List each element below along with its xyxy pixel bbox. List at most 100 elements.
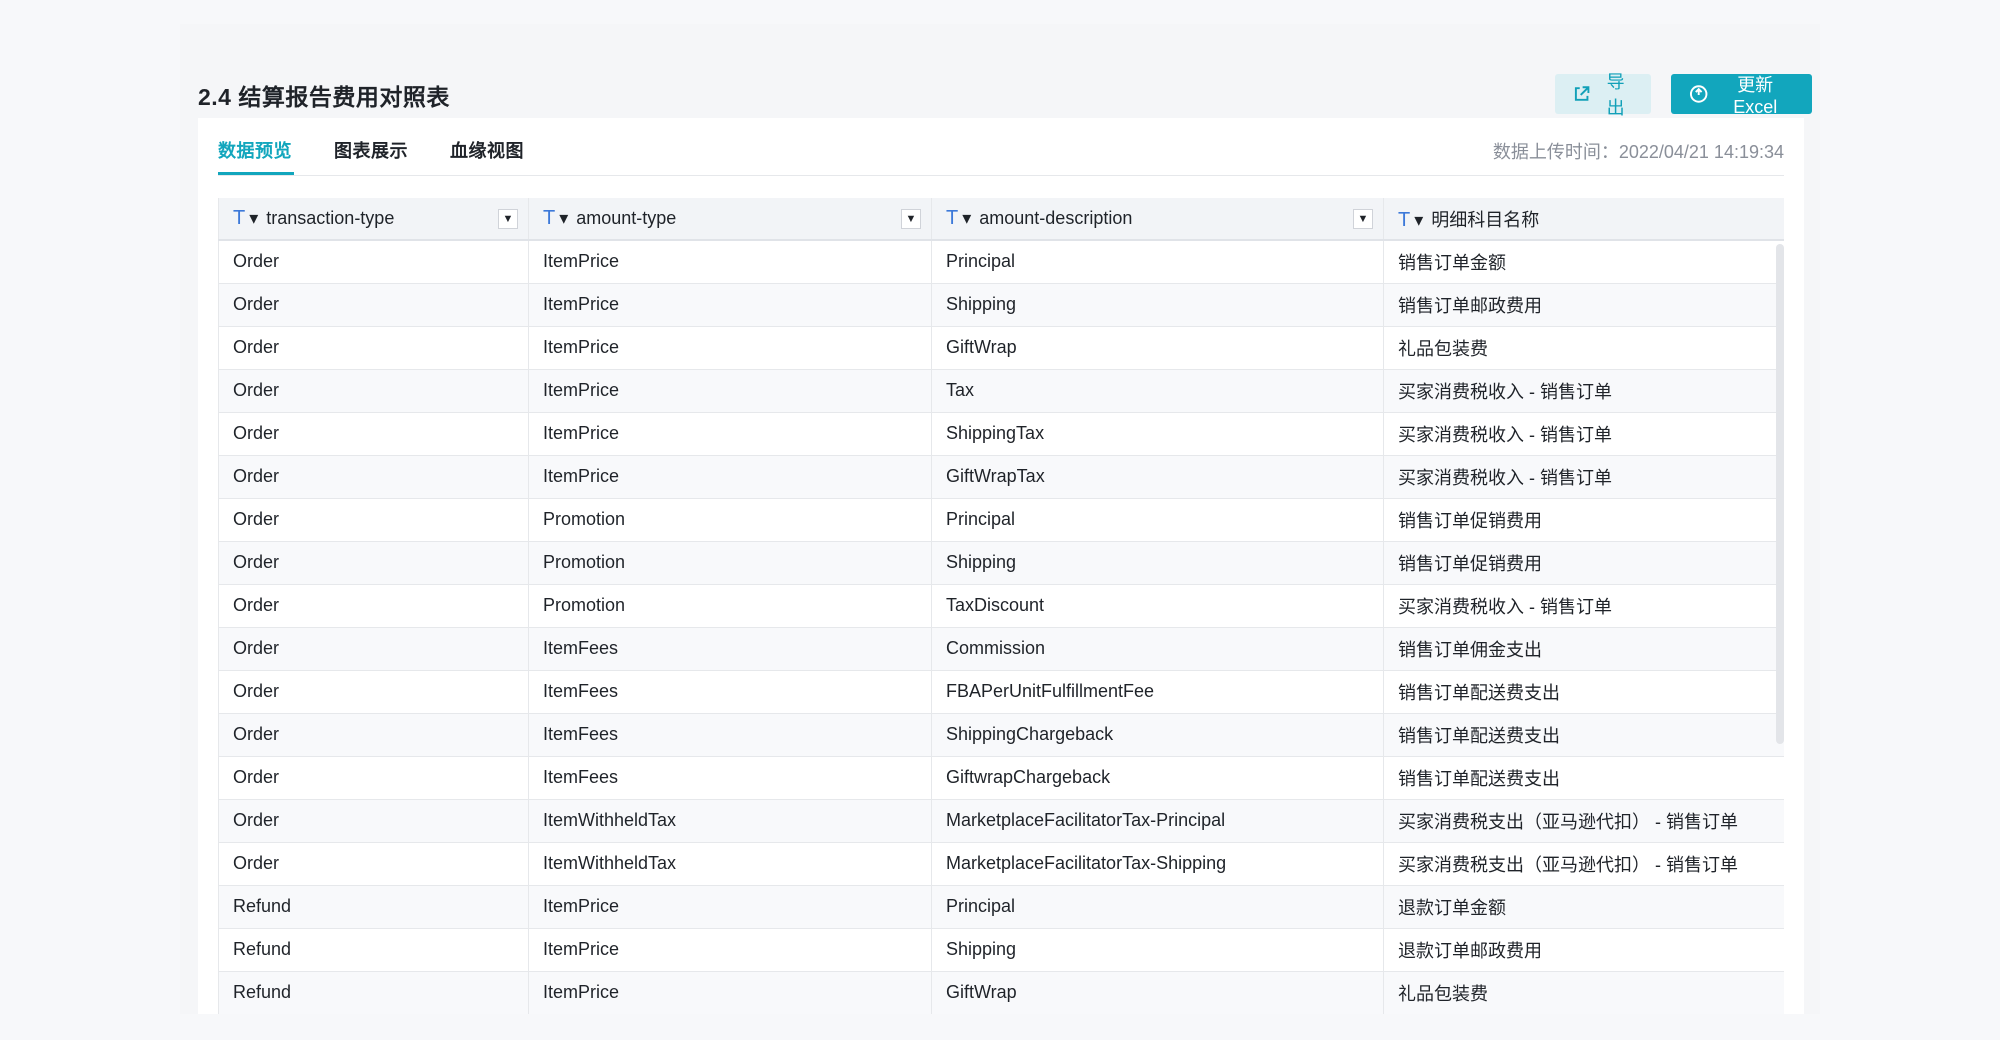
table-cell: Tax (931, 369, 1384, 413)
table-cell: Order (218, 412, 529, 456)
table-cell: 买家消费税收入 - 销售订单 (1383, 412, 1784, 456)
filter-dropdown-icon[interactable]: ▼ (1353, 209, 1373, 229)
table-cell: ItemPrice (528, 971, 932, 1014)
table-cell: Order (218, 584, 529, 628)
table-row[interactable]: Refund ItemPrice Principal 退款订单金额 (218, 885, 1784, 929)
text-type-icon: T (1398, 208, 1411, 231)
table-row[interactable]: Refund ItemPrice Shipping 退款订单邮政费用 (218, 928, 1784, 972)
table-cell: 销售订单金额 (1383, 240, 1784, 284)
table-cell: 销售订单促销费用 (1383, 541, 1784, 585)
text-type-icon: T (946, 207, 959, 229)
table-row[interactable]: Order ItemPrice GiftWrap 礼品包装费 (218, 326, 1784, 370)
table-cell: Order (218, 240, 529, 284)
table-cell: Order (218, 670, 529, 714)
table-row[interactable]: Order Promotion Principal 销售订单促销费用 (218, 498, 1784, 542)
export-button[interactable]: 导出 (1555, 72, 1651, 118)
column-header[interactable]: T ▾ amount-type ▼ (528, 198, 932, 241)
external-link-icon (1574, 86, 1590, 101)
table-cell: Shipping (931, 541, 1384, 585)
table-cell: ItemFees (528, 670, 932, 714)
table-cell: Refund (218, 928, 529, 972)
column-header-label: transaction-type (266, 208, 395, 228)
tab-bar: 数据预览 图表展示 血缘视图 数据上传时间：2022/04/21 14:19:3… (218, 118, 1784, 176)
refresh-icon (1689, 85, 1708, 103)
table-cell: 买家消费税收入 - 销售订单 (1383, 455, 1784, 499)
table-cell: FBAPerUnitFulfillmentFee (931, 670, 1384, 714)
column-header[interactable]: T ▾ amount-description ▼ (931, 198, 1384, 241)
table-row[interactable]: Order ItemFees Commission 销售订单佣金支出 (218, 627, 1784, 671)
table-cell: Order (218, 713, 529, 757)
caret-down-icon: ▾ (962, 208, 972, 228)
table-row[interactable]: Order ItemPrice Principal 销售订单金额 (218, 240, 1784, 284)
table-cell: 买家消费税收入 - 销售订单 (1383, 584, 1784, 628)
table-cell: ItemFees (528, 713, 932, 757)
table-row[interactable]: Order Promotion Shipping 销售订单促销费用 (218, 541, 1784, 585)
column-header[interactable]: T ▾ transaction-type ▼ (218, 198, 529, 241)
table-body: Order ItemPrice Principal 销售订单金额 Order ItemPr… (218, 240, 1784, 1014)
text-type-icon: T (543, 207, 556, 229)
table-cell: Principal (931, 240, 1384, 284)
table-cell: Order (218, 541, 529, 585)
filter-dropdown-icon[interactable]: ▼ (901, 209, 921, 229)
tab-data-preview[interactable]: 数据预览 (218, 137, 292, 163)
table-cell: ItemWithheldTax (528, 799, 932, 843)
column-header-label: amount-type (576, 208, 677, 228)
table-row[interactable]: Order ItemFees FBAPerUnitFulfillmentFee 销售订… (218, 670, 1784, 714)
table-cell: Order (218, 369, 529, 413)
header-actions: 导出 更新Excel (1555, 72, 1812, 118)
tab-chart-view[interactable]: 图表展示 (334, 137, 408, 163)
table-row[interactable]: Order ItemPrice Shipping 销售订单邮政费用 (218, 283, 1784, 327)
update-excel-label: 更新Excel (1733, 74, 1778, 117)
text-type-icon: T (233, 207, 246, 229)
table-cell: 买家消费税支出（亚马逊代扣） - 销售订单 (1383, 799, 1784, 843)
caret-down-icon: ▾ (1414, 209, 1424, 230)
table-cell: ItemFees (528, 627, 932, 671)
table-row[interactable]: Order ItemPrice GiftWrapTax 买家消费税收入 - 销售订单 (218, 455, 1784, 499)
table-cell: Promotion (528, 541, 932, 585)
table-cell: Commission (931, 627, 1384, 671)
data-table-container: T ▾ transaction-type ▼ T ▾ amount-type ▼ T ▾ amoun… (218, 198, 1784, 1014)
table-cell: Refund (218, 885, 529, 929)
table-cell: 销售订单佣金支出 (1383, 627, 1784, 671)
table-cell: Order (218, 627, 529, 671)
table-cell: ItemFees (528, 756, 932, 800)
table-cell: Order (218, 498, 529, 542)
table-cell: TaxDiscount (931, 584, 1384, 628)
table-cell: Refund (218, 971, 529, 1014)
table-cell: MarketplaceFacilitatorTax-Principal (931, 799, 1384, 843)
update-excel-button[interactable]: 更新Excel (1671, 74, 1812, 117)
table-cell: MarketplaceFacilitatorTax-Shipping (931, 842, 1384, 886)
vertical-scrollbar[interactable] (1776, 244, 1784, 744)
table-row[interactable]: Order ItemPrice Tax 买家消费税收入 - 销售订单 (218, 369, 1784, 413)
table-cell: Principal (931, 498, 1384, 542)
table-cell: Order (218, 326, 529, 370)
upload-time: 数据上传时间：2022/04/21 14:19:34 (1492, 142, 1784, 162)
table-cell: 销售订单邮政费用 (1383, 283, 1784, 327)
tab-lineage-view[interactable]: 血缘视图 (450, 137, 524, 163)
table-row[interactable]: Order ItemPrice ShippingTax 买家消费税收入 - 销售订单 (218, 412, 1784, 456)
caret-down-icon: ▾ (559, 208, 569, 228)
table-cell: 礼品包装费 (1383, 971, 1784, 1014)
table-cell: Order (218, 842, 529, 886)
table-cell: ShippingChargeback (931, 713, 1384, 757)
filter-dropdown-icon[interactable]: ▼ (498, 209, 518, 229)
table-row[interactable]: Order ItemFees ShippingChargeback 销售订单配送费支出 (218, 713, 1784, 757)
caret-down-icon: ▾ (249, 208, 259, 228)
page: 2.4 结算报告费用对照表 导出 更新Excel 数据预览 图表展示 血缘视图 … (180, 24, 1820, 1014)
table-cell: 买家消费税收入 - 销售订单 (1383, 369, 1784, 413)
column-header[interactable]: T ▾ 明细科目名称 (1383, 198, 1784, 241)
table-cell: 销售订单促销费用 (1383, 498, 1784, 542)
column-header-label: 明细科目名称 (1431, 209, 1540, 230)
table-cell: 礼品包装费 (1383, 326, 1784, 370)
active-tab-indicator (218, 172, 294, 175)
table-cell: Promotion (528, 498, 932, 542)
table-row[interactable]: Refund ItemPrice GiftWrap 礼品包装费 (218, 971, 1784, 1014)
table-row[interactable]: Order ItemFees GiftwrapChargeback 销售订单配送费支出 (218, 756, 1784, 800)
table-row[interactable]: Order ItemWithheldTax MarketplaceFacilitat… (218, 842, 1784, 886)
table-row[interactable]: Order ItemWithheldTax MarketplaceFacilitat… (218, 799, 1784, 843)
table-cell: 销售订单配送费支出 (1383, 756, 1784, 800)
table-row[interactable]: Order Promotion TaxDiscount 买家消费税收入 - 销售订单 (218, 584, 1784, 628)
table-cell: GiftWrap (931, 971, 1384, 1014)
table-header-row: T ▾ transaction-type ▼ T ▾ amount-type ▼ T ▾ amoun… (218, 198, 1784, 241)
table-cell: 退款订单邮政费用 (1383, 928, 1784, 972)
